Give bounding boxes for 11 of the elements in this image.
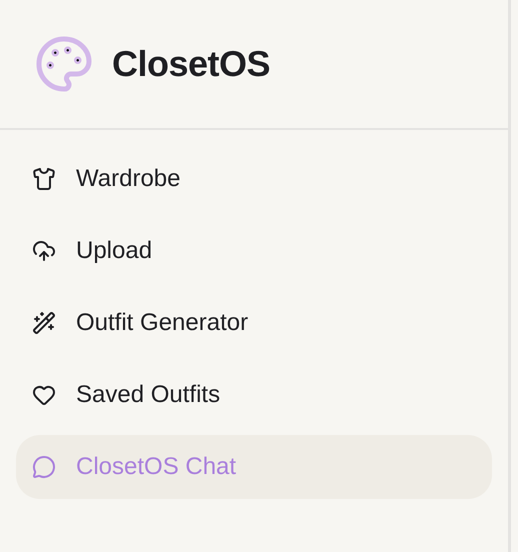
cloud-upload-icon: [32, 239, 56, 263]
chat-bubble-icon: [32, 455, 56, 479]
heart-icon: [32, 383, 56, 407]
app-title: ClosetOS: [112, 43, 270, 85]
nav-item[interactable]: Wardrobe: [16, 147, 492, 211]
palette-icon: [34, 34, 94, 94]
nav-item[interactable]: Outfit Generator: [16, 291, 492, 355]
nav-item[interactable]: Upload: [16, 219, 492, 283]
shirt-icon: [32, 167, 56, 191]
magic-wand-icon: [32, 311, 56, 335]
nav-item[interactable]: Saved Outfits: [16, 363, 492, 427]
